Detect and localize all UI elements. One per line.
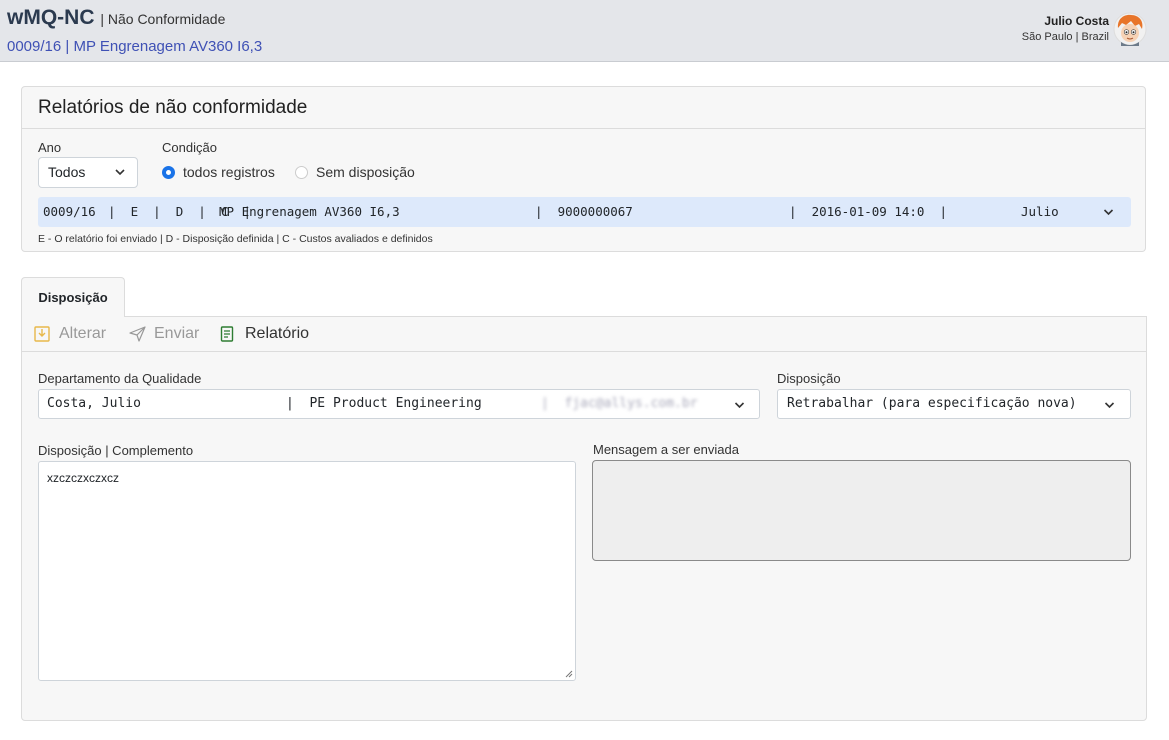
disposition-panel: Alterar Enviar Relatório Departamento da… [21,316,1147,721]
quality-dept-email: | fjac@allys.com.br [541,396,698,411]
user-name[interactable]: Julio Costa [1044,14,1109,28]
alterar-button[interactable]: Alterar [34,317,114,351]
complement-value: xzczczxczxcz [47,471,119,485]
radio-sem-disposicao[interactable] [295,166,308,179]
report-code: | 9000000067 [535,204,633,219]
message-label: Mensagem a ser enviada [593,442,739,457]
quality-dept-name: Costa, Julio [47,396,141,411]
send-icon [129,326,146,342]
record-title: 0009/16 | MP Engrenagem AV360 I6,3 [7,38,263,55]
complement-label: Disposição | Complemento [38,443,194,458]
relatorio-button[interactable]: Relatório [220,317,315,351]
year-label: Ano [38,140,62,155]
reports-card-title: Relatórios de não conformidade [22,87,1145,129]
disposition-label: Disposição [777,371,841,386]
resize-handle-icon[interactable] [565,670,573,678]
year-select-value: Todos [48,164,86,180]
quality-dept-department: | PE Product Engineering [286,396,482,411]
report-select[interactable]: 0009/16 | E | D | C | MP Engrenagem AV36… [38,197,1131,227]
report-document-icon [220,326,234,342]
reports-card: Relatórios de não conformidade Ano Todos… [21,86,1146,252]
quality-dept-select[interactable]: Costa, Julio | PE Product Engineering | … [38,389,760,419]
chevron-down-icon [1103,209,1114,216]
complement-textarea[interactable]: xzczczxczxcz [38,461,576,681]
condition-label: Condição [162,140,217,155]
alterar-label: Alterar [59,325,107,342]
app-header: wMQ-NC | Não Conformidade 0009/16 | MP E… [0,0,1169,62]
enviar-label: Enviar [154,325,200,342]
chevron-down-icon [1104,402,1115,409]
year-select[interactable]: Todos [38,157,138,188]
app-name: wMQ-NC [7,6,95,29]
enviar-button[interactable]: Enviar [129,317,204,351]
radio-todos-registros[interactable] [162,166,175,179]
tab-disposicao[interactable]: Disposição [21,277,125,317]
chevron-down-icon [115,169,125,176]
save-icon [34,326,50,342]
report-date: | 2016-01-09 14:0 | [789,204,948,219]
user-location: São Paulo | Brazil [1021,31,1109,43]
toolbar: Alterar Enviar Relatório [22,317,1146,352]
report-legend: E - O relatório foi enviado | D - Dispos… [38,233,433,245]
avatar[interactable] [1113,12,1147,46]
disposition-select[interactable]: Retrabalhar (para especificação nova) [777,389,1131,419]
disposition-value: Retrabalhar (para especificação nova) [787,396,1077,411]
report-user: Julio [1021,204,1059,219]
app-brand[interactable]: wMQ-NC | Não Conformidade [7,6,225,30]
radio-sem-disposicao-label[interactable]: Sem disposição [316,164,415,180]
report-description: MP Engrenagem AV360 I6,3 [219,204,400,219]
chevron-down-icon [734,402,745,409]
app-subtitle: | Não Conformidade [100,11,226,27]
relatorio-label: Relatório [245,325,310,342]
radio-todos-registros-label[interactable]: todos registros [183,164,275,180]
quality-dept-label: Departamento da Qualidade [38,371,202,386]
report-number: 0009/16 [43,204,96,219]
message-textarea[interactable] [592,460,1131,561]
